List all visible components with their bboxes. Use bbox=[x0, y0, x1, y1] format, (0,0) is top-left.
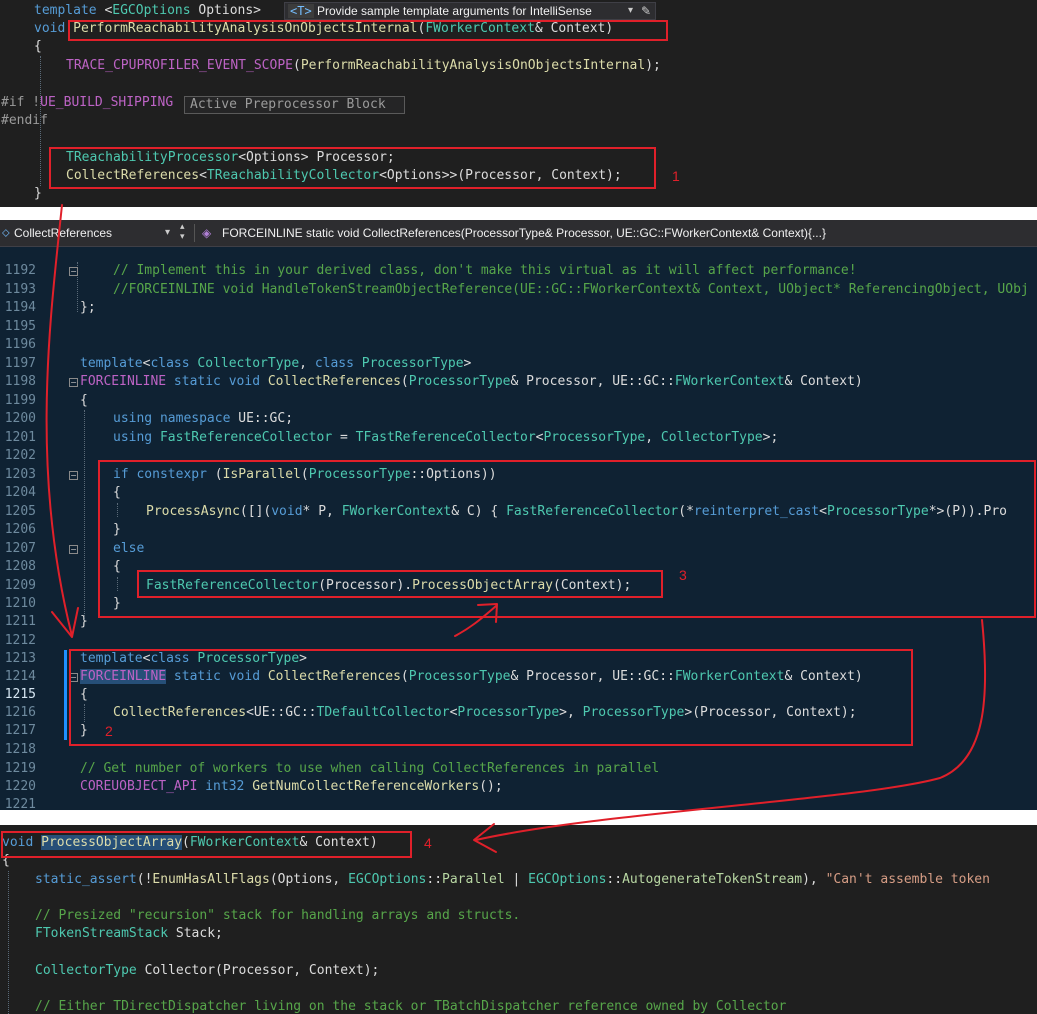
arrow-3-to-4 bbox=[475, 619, 987, 841]
arrow-1-to-2 bbox=[45, 204, 73, 637]
arrow-1-to-2-head bbox=[51, 607, 79, 638]
annotation-arrows bbox=[45, 204, 987, 853]
arrow-2-to-3 bbox=[454, 605, 497, 637]
